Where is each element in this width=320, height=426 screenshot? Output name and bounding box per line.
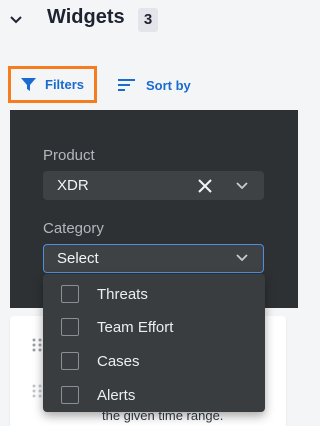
option-label: Threats	[97, 285, 148, 303]
product-label: Product	[43, 147, 95, 164]
filters-button[interactable]: Filters	[8, 66, 97, 103]
checkbox[interactable]	[61, 285, 79, 303]
category-option-threats[interactable]: Threats	[43, 278, 265, 310]
checkbox[interactable]	[61, 386, 79, 404]
page-title: Widgets	[47, 6, 125, 28]
sort-by-button[interactable]: Sort by	[118, 71, 191, 99]
sort-icon	[118, 79, 135, 91]
option-label: Alerts	[97, 386, 136, 404]
clear-icon[interactable]	[198, 179, 212, 193]
category-dropdown: Threats Team Effort Cases Alerts	[43, 274, 265, 412]
checkbox[interactable]	[61, 318, 79, 336]
category-placeholder: Select	[57, 250, 99, 267]
checkbox[interactable]	[61, 352, 79, 370]
chevron-down-icon[interactable]	[8, 12, 24, 28]
category-option-cases[interactable]: Cases	[43, 345, 265, 377]
category-option-team-effort[interactable]: Team Effort	[43, 311, 265, 343]
option-label: Team Effort	[97, 318, 174, 336]
chevron-down-icon[interactable]	[235, 179, 249, 193]
filter-icon	[21, 78, 36, 91]
widgets-header: Widgets 3	[0, 0, 308, 44]
category-label: Category	[43, 220, 104, 237]
product-select[interactable]: XDR	[43, 171, 264, 200]
sort-by-label: Sort by	[146, 77, 191, 93]
product-value: XDR	[57, 177, 89, 194]
chevron-down-icon[interactable]	[235, 251, 249, 265]
drag-handle-icon[interactable]	[32, 384, 42, 398]
category-option-alerts[interactable]: Alerts	[43, 379, 265, 411]
category-select[interactable]: Select	[43, 244, 264, 273]
option-label: Cases	[97, 352, 140, 370]
widget-count-badge: 3	[138, 8, 158, 32]
drag-handle-icon[interactable]	[32, 338, 42, 352]
filters-label: Filters	[45, 77, 85, 92]
